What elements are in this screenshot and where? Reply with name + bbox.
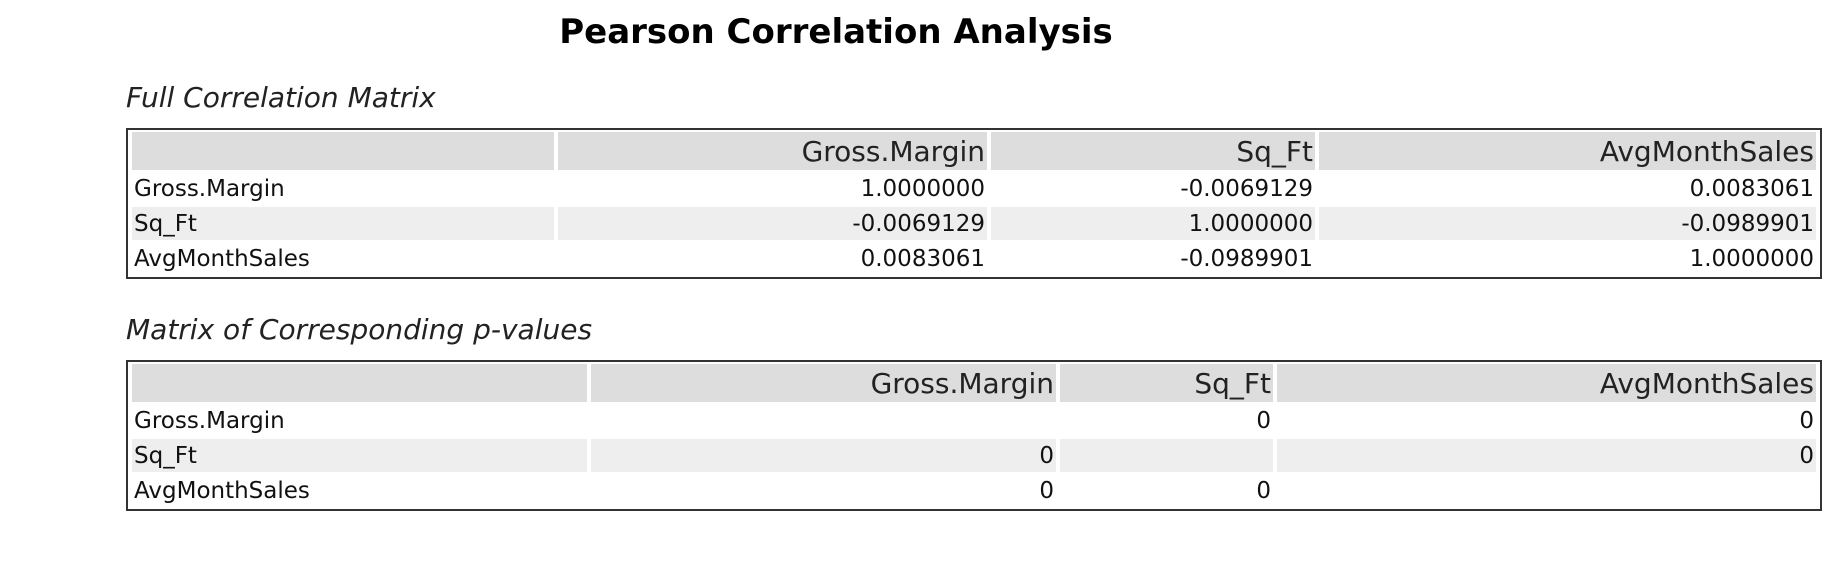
row-label: Sq_Ft [132,207,554,240]
matrix-cell: 1.0000000 [1689,245,1814,272]
pvalue-matrix-heading: Matrix of Corresponding p-values [126,313,593,346]
matrix-cell: 0.0083061 [860,245,985,272]
row-label: Gross.Margin [134,175,285,202]
column-header: Gross.Margin [591,364,1056,402]
corner-header-cell [132,132,554,170]
correlation-matrix-heading: Full Correlation Matrix [126,81,436,114]
matrix-cell: 0 [1799,407,1814,434]
page-title: Pearson Correlation Analysis [559,12,1113,52]
matrix-cell: -0.0989901 [1319,207,1816,240]
matrix-cell: 1.0000000 [860,175,985,202]
matrix-cell: 1.0000000 [991,207,1315,240]
pvalue-matrix-table: Gross.Margin Sq_Ft AvgMonthSales Gross.M… [126,360,1822,511]
row-label: Sq_Ft [132,439,587,472]
correlation-matrix-table: Gross.Margin Sq_Ft AvgMonthSales Gross.M… [126,128,1822,279]
table-row: Sq_Ft -0.0069129 1.0000000 -0.0989901 [132,207,1816,240]
matrix-cell [591,404,1056,437]
table-row: Gross.Margin 0 0 [132,404,1816,437]
column-header: Sq_Ft [991,132,1315,170]
matrix-cell [1060,439,1273,472]
matrix-cell: -0.0989901 [1180,245,1313,272]
matrix-cell: -0.0069129 [1180,175,1313,202]
table-row: Gross.Margin 1.0000000 -0.0069129 0.0083… [132,172,1816,205]
matrix-cell: -0.0069129 [558,207,987,240]
table-header-row: Gross.Margin Sq_Ft AvgMonthSales [132,132,1816,170]
row-label: AvgMonthSales [134,477,310,504]
matrix-cell: 0 [1256,477,1271,504]
row-label: AvgMonthSales [134,245,310,272]
column-header: AvgMonthSales [1319,132,1816,170]
column-header: Gross.Margin [558,132,987,170]
table-header-row: Gross.Margin Sq_Ft AvgMonthSales [132,364,1816,402]
column-header: Sq_Ft [1060,364,1273,402]
table-row: Sq_Ft 0 0 [132,439,1816,472]
matrix-cell: 0 [1256,407,1271,434]
table-row: AvgMonthSales 0.0083061 -0.0989901 1.000… [132,242,1816,275]
row-label: Gross.Margin [134,407,285,434]
matrix-cell [1277,474,1816,507]
column-header: AvgMonthSales [1277,364,1816,402]
matrix-cell: 0 [1039,477,1054,504]
matrix-cell: 0.0083061 [1689,175,1814,202]
corner-header-cell [132,364,587,402]
table-row: AvgMonthSales 0 0 [132,474,1816,507]
matrix-cell: 0 [591,439,1056,472]
matrix-cell: 0 [1277,439,1816,472]
